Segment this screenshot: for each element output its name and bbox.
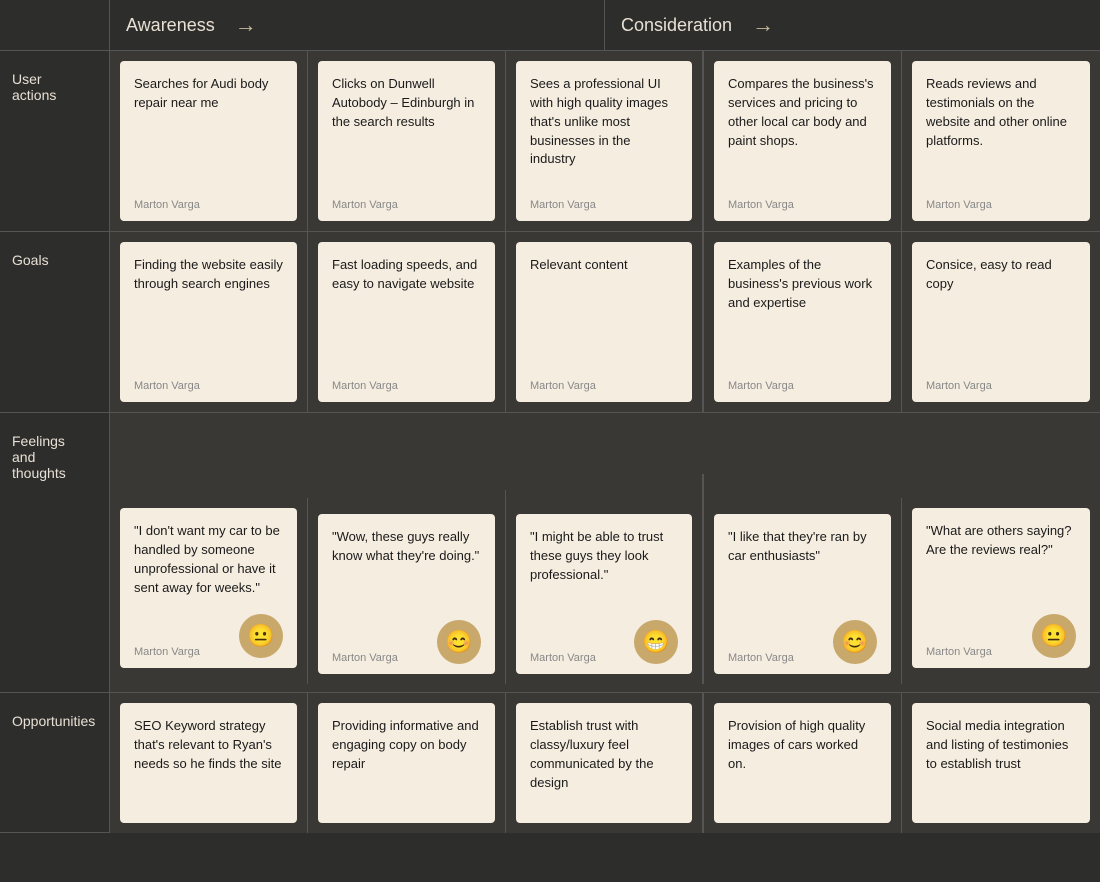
feelings-cell-2: "Wow, these guys really know what they'r… (308, 490, 506, 684)
card: Finding the website easily through searc… (120, 242, 297, 402)
feelings-cell-3: "I might be able to trust these guys the… (506, 474, 704, 684)
feeling-card: "I might be able to trust these guys the… (516, 514, 692, 674)
card-author: Marton Varga (728, 199, 877, 211)
journey-map: Awareness → Consideration → User actions… (0, 0, 1100, 833)
card-cell: Relevant content Marton Varga (506, 232, 704, 412)
header-corner (0, 0, 110, 51)
awareness-header: Awareness → (110, 0, 605, 50)
card-text: Reads reviews and testimonials on the we… (926, 75, 1076, 189)
feeling-card: "Wow, these guys really know what they'r… (318, 514, 495, 674)
opportunities-row: SEO Keyword strategy that's relevant to … (110, 693, 1100, 833)
card-cell: Social media integration and listing of … (902, 693, 1100, 833)
neutral-emoji-2: 😐 (1032, 614, 1076, 658)
card-cell: Reads reviews and testimonials on the we… (902, 51, 1100, 231)
card: Relevant content Marton Varga (516, 242, 692, 402)
card-author: Marton Varga (926, 646, 992, 658)
card-cell: SEO Keyword strategy that's relevant to … (110, 693, 308, 833)
card-text: Providing informative and engaging copy … (332, 717, 481, 803)
card-text: Finding the website easily through searc… (134, 256, 283, 370)
card: Compares the business's services and pri… (714, 61, 891, 221)
card: Social media integration and listing of … (912, 703, 1090, 823)
card-cell: Sees a professional UI with high quality… (506, 51, 704, 231)
consideration-header: Consideration → (605, 0, 1100, 50)
card-cell: Examples of the business's previous work… (704, 232, 902, 412)
card-cell: Searches for Audi body repair near me Ma… (110, 51, 308, 231)
card-text: "Wow, these guys really know what they'r… (332, 528, 481, 612)
feelings-label: Feelings and thoughts (0, 413, 110, 693)
card-cell: Establish trust with classy/luxury feel … (506, 693, 704, 833)
card-author: Marton Varga (332, 199, 481, 211)
happy-emoji: 😊 (437, 620, 481, 664)
grin-emoji: 😁 (634, 620, 678, 664)
card-text: "I might be able to trust these guys the… (530, 528, 678, 612)
opportunities-label: Opportunities (0, 693, 110, 833)
card-author: Marton Varga (728, 380, 877, 392)
card: SEO Keyword strategy that's relevant to … (120, 703, 297, 823)
card: Clicks on Dunwell Autobody – Edinburgh i… (318, 61, 495, 221)
card-text: Relevant content (530, 256, 678, 370)
card: Searches for Audi body repair near me Ma… (120, 61, 297, 221)
consideration-title: Consideration (621, 15, 732, 36)
card-text: Compares the business's services and pri… (728, 75, 877, 189)
card-cell: Compares the business's services and pri… (704, 51, 902, 231)
card-text: Consice, easy to read copy (926, 256, 1076, 370)
feelings-row: "I don't want my car to be handled by so… (110, 413, 1100, 693)
card: Fast loading speeds, and easy to navigat… (318, 242, 495, 402)
card-text: "I like that they're ran by car enthusia… (728, 528, 877, 612)
happy-emoji-2: 😊 (833, 620, 877, 664)
card-text: SEO Keyword strategy that's relevant to … (134, 717, 283, 803)
user-actions-row: Searches for Audi body repair near me Ma… (110, 51, 1100, 232)
feeling-card: "What are others saying? Are the reviews… (912, 508, 1090, 668)
card-author: Marton Varga (332, 652, 398, 664)
neutral-emoji: 😐 (239, 614, 283, 658)
card-author: Marton Varga (728, 652, 794, 664)
feelings-cell-1: "I don't want my car to be handled by so… (110, 498, 308, 684)
feelings-cell-5: "What are others saying? Are the reviews… (902, 498, 1100, 684)
card: Examples of the business's previous work… (714, 242, 891, 402)
card-author: Marton Varga (530, 199, 678, 211)
card-text: Clicks on Dunwell Autobody – Edinburgh i… (332, 75, 481, 189)
card-cell: Provision of high quality images of cars… (704, 693, 902, 833)
card-author: Marton Varga (926, 380, 1076, 392)
header-sections: Awareness → Consideration → (110, 0, 1100, 51)
goals-row: Finding the website easily through searc… (110, 232, 1100, 413)
card-author: Marton Varga (530, 652, 596, 664)
card: Consice, easy to read copy Marton Varga (912, 242, 1090, 402)
card-text: "I don't want my car to be handled by so… (134, 522, 283, 606)
card-author: Marton Varga (134, 380, 283, 392)
user-actions-label: User actions (0, 51, 110, 232)
card-text: Establish trust with classy/luxury feel … (530, 717, 678, 803)
card: Establish trust with classy/luxury feel … (516, 703, 692, 823)
card-cell: Consice, easy to read copy Marton Varga (902, 232, 1100, 412)
feeling-card: "I like that they're ran by car enthusia… (714, 514, 891, 674)
awareness-title: Awareness (126, 15, 215, 36)
card: Sees a professional UI with high quality… (516, 61, 692, 221)
card-text: "What are others saying? Are the reviews… (926, 522, 1076, 606)
card-author: Marton Varga (926, 199, 1076, 211)
card-text: Fast loading speeds, and easy to navigat… (332, 256, 481, 370)
card-author: Marton Varga (530, 380, 678, 392)
consideration-arrow: → (752, 12, 774, 38)
card: Provision of high quality images of cars… (714, 703, 891, 823)
feeling-card: "I don't want my car to be handled by so… (120, 508, 297, 668)
card-text: Sees a professional UI with high quality… (530, 75, 678, 189)
card-cell: Providing informative and engaging copy … (308, 693, 506, 833)
card-text: Provision of high quality images of cars… (728, 717, 877, 803)
card-cell: Fast loading speeds, and easy to navigat… (308, 232, 506, 412)
card-text: Examples of the business's previous work… (728, 256, 877, 370)
awareness-arrow: → (235, 12, 257, 38)
card: Providing informative and engaging copy … (318, 703, 495, 823)
card-author: Marton Varga (332, 380, 481, 392)
card-author: Marton Varga (134, 199, 283, 211)
goals-label: Goals (0, 232, 110, 413)
card-text: Searches for Audi body repair near me (134, 75, 283, 189)
card: Reads reviews and testimonials on the we… (912, 61, 1090, 221)
card-author: Marton Varga (134, 646, 200, 658)
card-cell: Finding the website easily through searc… (110, 232, 308, 412)
card-text: Social media integration and listing of … (926, 717, 1076, 803)
feelings-cell-4: "I like that they're ran by car enthusia… (704, 498, 902, 684)
card-cell: Clicks on Dunwell Autobody – Edinburgh i… (308, 51, 506, 231)
